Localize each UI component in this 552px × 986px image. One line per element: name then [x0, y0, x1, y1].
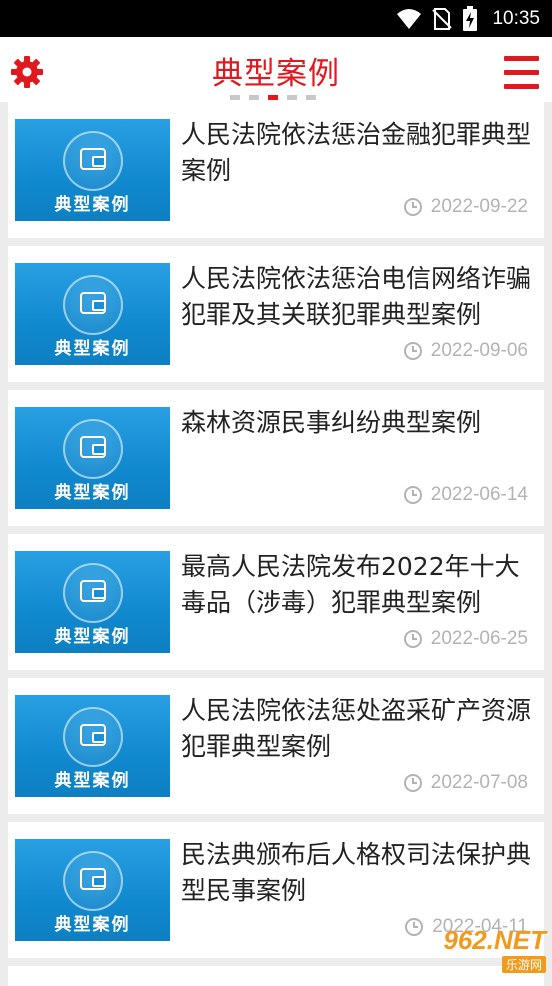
wallet-icon	[80, 148, 106, 170]
page-dot-active[interactable]	[268, 95, 278, 100]
case-date: 2022-06-14	[403, 484, 528, 506]
case-card[interactable]: 典型案例 森林资源民事纠纷典型案例 2022-06-14	[8, 390, 544, 526]
app-bar: 典型案例	[0, 37, 552, 102]
page-dot[interactable]	[306, 95, 316, 100]
watermark-sub: 乐游网	[502, 956, 546, 973]
case-title: 森林资源民事纠纷典型案例	[181, 405, 533, 441]
case-title: 人民法院依法惩处盗采矿产资源犯罪典型案例	[181, 693, 533, 765]
case-title: 人民法院依法惩治电信网络诈骗犯罪及其关联犯罪典型案例	[181, 261, 533, 333]
wifi-icon	[396, 8, 422, 30]
clock-icon	[404, 917, 424, 937]
case-thumbnail: 典型案例	[15, 551, 170, 653]
page-dot[interactable]	[287, 95, 297, 100]
watermark-logo: 962.NET 乐游网	[443, 925, 546, 973]
case-date: 2022-09-06	[403, 340, 528, 362]
case-thumbnail: 典型案例	[15, 119, 170, 221]
case-thumbnail: 典型案例	[15, 407, 170, 509]
wallet-icon	[80, 724, 106, 746]
clock-icon	[403, 197, 423, 217]
case-date-text: 2022-07-08	[431, 772, 528, 794]
thumbnail-label: 典型案例	[15, 190, 170, 215]
case-title: 最高人民法院发布2022年十大毒品（涉毒）犯罪典型案例	[181, 549, 533, 621]
page-dot[interactable]	[230, 95, 240, 100]
page-indicator	[230, 95, 316, 100]
case-date-text: 2022-09-06	[431, 340, 528, 362]
case-title: 人民法院依法惩治金融犯罪典型案例	[181, 117, 533, 189]
status-time: 10:35	[492, 8, 540, 30]
case-date: 2022-09-22	[403, 196, 528, 218]
battery-charging-icon	[462, 6, 478, 32]
case-card[interactable]: 典型案例 人民法院依法惩治金融犯罪典型案例 2022-09-22	[8, 102, 544, 238]
case-card[interactable]: 典型案例 最高人民法院发布2022年十大毒品（涉毒）犯罪典型案例 2022-06…	[8, 534, 544, 670]
thumbnail-label: 典型案例	[15, 478, 170, 503]
page-dot[interactable]	[249, 95, 259, 100]
hamburger-menu-icon[interactable]	[504, 56, 539, 89]
wallet-icon	[80, 292, 106, 314]
thumbnail-label: 典型案例	[15, 622, 170, 647]
case-date-text: 2022-06-25	[431, 628, 528, 650]
watermark-main: 962.NET	[443, 925, 546, 956]
case-thumbnail: 典型案例	[15, 695, 170, 797]
case-date: 2022-07-08	[403, 772, 528, 794]
case-title: 民法典颁布后人格权司法保护典型民事案例	[181, 837, 533, 909]
thumbnail-label: 典型案例	[15, 334, 170, 359]
clock-icon	[403, 773, 423, 793]
case-date-text: 2022-09-22	[431, 196, 528, 218]
clock-icon	[403, 341, 423, 361]
case-thumbnail: 典型案例	[15, 263, 170, 365]
case-date: 2022-06-25	[403, 628, 528, 650]
case-date-text: 2022-06-14	[431, 484, 528, 506]
case-thumbnail: 典型案例	[15, 839, 170, 941]
clock-icon	[403, 485, 423, 505]
wallet-icon	[80, 580, 106, 602]
status-bar: 10:35	[0, 0, 552, 37]
case-card[interactable]: 典型案例 人民法院依法惩处盗采矿产资源犯罪典型案例 2022-07-08	[8, 678, 544, 814]
case-card[interactable]: 典型案例 人民法院依法惩治电信网络诈骗犯罪及其关联犯罪典型案例 2022-09-…	[8, 246, 544, 382]
wallet-icon	[80, 868, 106, 890]
thumbnail-label: 典型案例	[15, 766, 170, 791]
wallet-icon	[80, 436, 106, 458]
page-title: 典型案例	[0, 48, 552, 93]
clock-icon	[403, 629, 423, 649]
thumbnail-label: 典型案例	[15, 910, 170, 935]
no-sim-icon	[432, 7, 452, 31]
